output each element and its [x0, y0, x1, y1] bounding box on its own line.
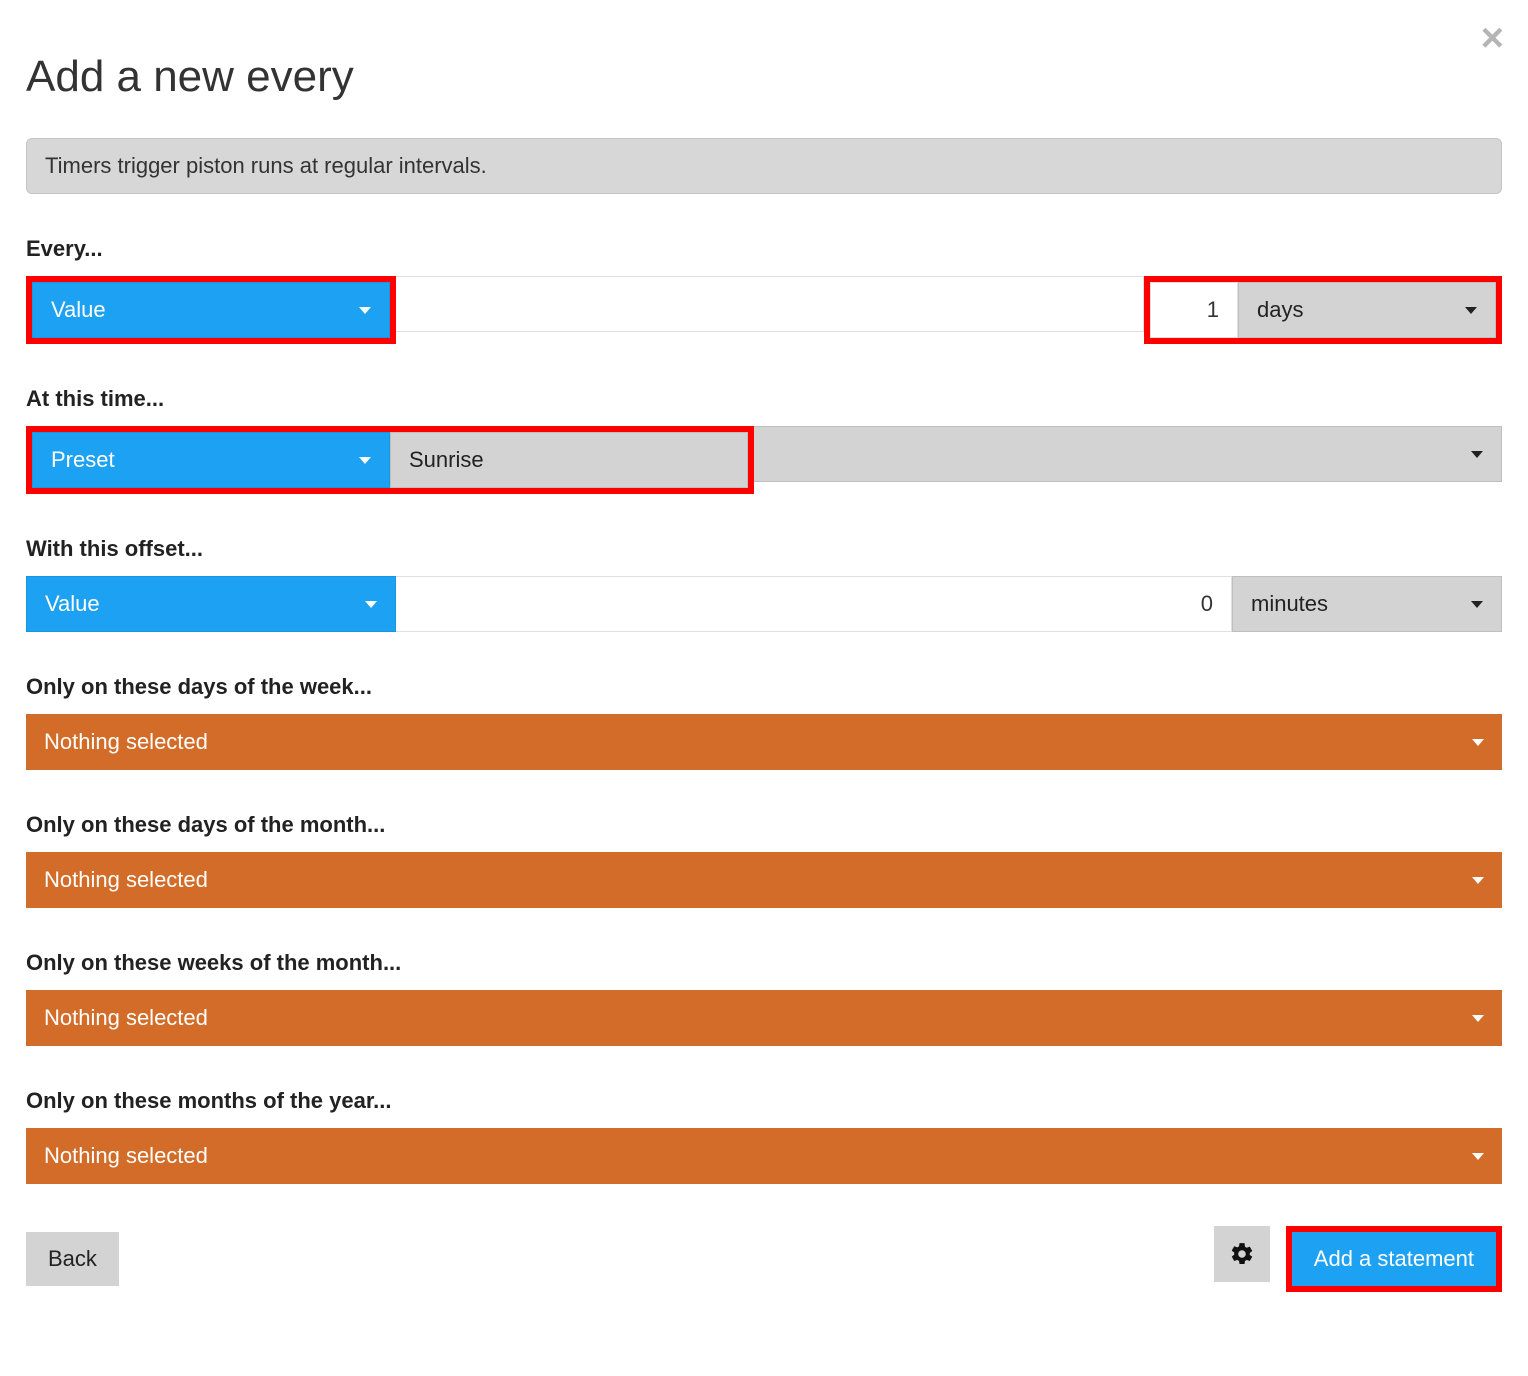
at-time-type-select[interactable]: Preset	[32, 432, 390, 488]
page-title: Add a new every	[26, 52, 1502, 102]
chevron-down-icon	[1471, 451, 1483, 458]
days-of-week-select[interactable]: Nothing selected	[26, 714, 1502, 770]
at-time-label: At this time...	[26, 386, 1502, 412]
at-time-extra-select[interactable]	[754, 426, 1502, 482]
weeks-of-month-label: Only on these weeks of the month...	[26, 950, 1502, 976]
offset-label: With this offset...	[26, 536, 1502, 562]
chevron-down-icon	[1465, 307, 1477, 314]
every-type-value: Value	[51, 297, 106, 323]
footer: Back Add a statement	[26, 1226, 1502, 1292]
chevron-down-icon	[1472, 739, 1484, 746]
chevron-down-icon	[1472, 1015, 1484, 1022]
every-text-input[interactable]	[396, 276, 1144, 332]
every-amount-value: 1	[1207, 297, 1219, 323]
days-of-week-value: Nothing selected	[44, 729, 208, 755]
months-of-year-value: Nothing selected	[44, 1143, 208, 1169]
offset-type-value: Value	[45, 591, 100, 617]
months-of-year-label: Only on these months of the year...	[26, 1088, 1502, 1114]
offset-row: Value 0 minutes	[26, 576, 1502, 632]
weeks-of-month-select[interactable]: Nothing selected	[26, 990, 1502, 1046]
every-row: Value 1 days	[26, 276, 1502, 344]
months-of-year-select[interactable]: Nothing selected	[26, 1128, 1502, 1184]
chevron-down-icon	[1472, 877, 1484, 884]
days-of-week-label: Only on these days of the week...	[26, 674, 1502, 700]
at-time-preset-display: Sunrise	[390, 432, 748, 488]
at-time-type-value: Preset	[51, 447, 115, 473]
days-of-month-value: Nothing selected	[44, 867, 208, 893]
offset-unit-select[interactable]: minutes	[1232, 576, 1502, 632]
offset-type-select[interactable]: Value	[26, 576, 396, 632]
every-unit-select[interactable]: days	[1238, 282, 1496, 338]
chevron-down-icon	[359, 307, 371, 314]
days-of-month-select[interactable]: Nothing selected	[26, 852, 1502, 908]
back-button[interactable]: Back	[26, 1232, 119, 1286]
days-of-month-row: Nothing selected	[26, 852, 1502, 908]
info-box: Timers trigger piston runs at regular in…	[26, 138, 1502, 194]
at-time-preset-value: Sunrise	[409, 447, 484, 473]
offset-unit-value: minutes	[1251, 591, 1328, 617]
gear-icon	[1229, 1241, 1255, 1267]
chevron-down-icon	[1472, 1153, 1484, 1160]
add-statement-button[interactable]: Add a statement	[1292, 1232, 1496, 1286]
every-amount-input[interactable]: 1	[1150, 282, 1238, 338]
days-of-week-row: Nothing selected	[26, 714, 1502, 770]
every-unit-value: days	[1257, 297, 1303, 323]
settings-button[interactable]	[1214, 1226, 1270, 1282]
chevron-down-icon	[365, 601, 377, 608]
weeks-of-month-value: Nothing selected	[44, 1005, 208, 1031]
at-time-row: Preset Sunrise	[26, 426, 1502, 494]
months-of-year-row: Nothing selected	[26, 1128, 1502, 1184]
weeks-of-month-row: Nothing selected	[26, 990, 1502, 1046]
offset-text-input[interactable]: 0	[396, 576, 1232, 632]
close-icon[interactable]: ×	[1481, 18, 1504, 58]
every-type-select[interactable]: Value	[32, 282, 390, 338]
every-label: Every...	[26, 236, 1502, 262]
days-of-month-label: Only on these days of the month...	[26, 812, 1502, 838]
offset-amount-value: 0	[1201, 591, 1213, 617]
chevron-down-icon	[359, 457, 371, 464]
chevron-down-icon	[1471, 601, 1483, 608]
